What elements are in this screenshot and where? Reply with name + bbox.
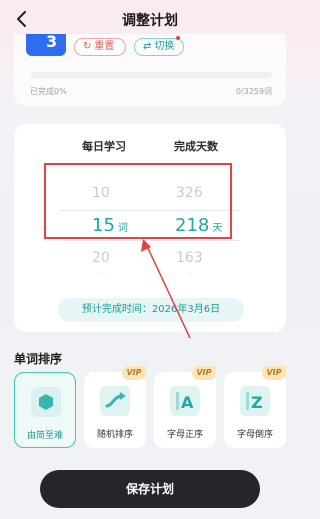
daily-header: 每日学习 — [82, 140, 126, 153]
switch-button[interactable]: ⇄ 切换 — [134, 38, 184, 56]
reset-button[interactable]: ↻ 重置 — [74, 38, 126, 56]
vip-badge: VIP — [122, 366, 146, 380]
svg-text:Z: Z — [251, 393, 263, 412]
sort-option-random[interactable]: VIP 随机排序 — [84, 366, 146, 448]
progress-count: 0/3259词 — [235, 87, 272, 96]
sort-option-alpha-desc[interactable]: VIP Z 字母倒序 — [224, 366, 286, 448]
sort-option-alpha-asc[interactable]: VIP A 字母正序 — [154, 366, 216, 448]
progress-percent: 已完成0% — [30, 87, 67, 96]
letter-z-icon: Z — [240, 386, 270, 416]
daily-wheel-far-below: ··· ··· — [97, 270, 106, 275]
vip-badge: VIP — [192, 366, 216, 380]
shuffle-icon — [100, 386, 130, 416]
hexagon-icon — [31, 387, 61, 417]
daily-wheel-below[interactable]: 20 — [92, 250, 110, 266]
finish-date-badge: 预计完成时间：2026年3月6日 — [58, 298, 244, 322]
switch-label: 切换 — [154, 41, 175, 52]
switch-icon: ⇄ — [143, 41, 152, 52]
page-title: 调整计划 — [122, 13, 178, 29]
notification-dot — [176, 36, 180, 40]
save-plan-button[interactable]: 保存计划 — [40, 470, 260, 508]
sort-option-label: 随机排序 — [96, 430, 133, 440]
days-wheel-below[interactable]: 163 — [176, 250, 203, 266]
days-wheel-far-below: ··· — [188, 270, 192, 275]
letter-a-icon: A — [170, 386, 200, 416]
sort-title: 单词排序 — [14, 352, 63, 366]
sort-option-label: 字母正序 — [166, 430, 203, 440]
reset-label: 重置 — [94, 41, 115, 52]
vip-badge: VIP — [262, 366, 286, 380]
sort-option-label: 由简至难 — [26, 431, 63, 441]
progress-bar — [30, 72, 272, 78]
days-header: 完成天数 — [174, 140, 218, 153]
book-number: 3 — [46, 32, 58, 51]
sort-option-label: 字母倒序 — [236, 430, 273, 440]
wheel-divider-bottom — [60, 240, 240, 241]
highlight-box — [44, 163, 232, 239]
sort-option-easy-to-hard[interactable]: 由简至难 — [14, 372, 76, 448]
reset-icon: ↻ — [83, 41, 92, 52]
svg-text:A: A — [181, 393, 194, 412]
